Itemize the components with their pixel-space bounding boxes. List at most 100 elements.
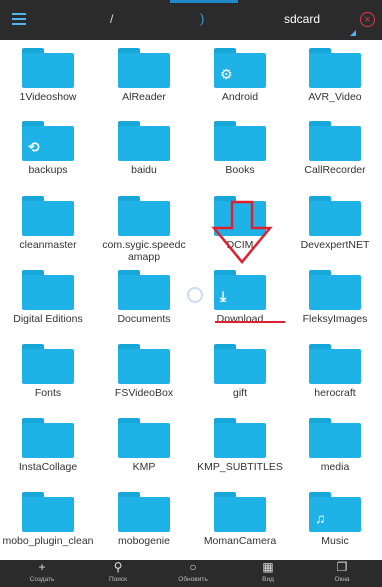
folder-item[interactable]: com.sygic.speedc amapp [96, 188, 192, 263]
folder-item[interactable]: ⚙ Android [192, 40, 288, 112]
download-icon: ⤓ [220, 288, 227, 304]
folder-icon: ♫ [309, 492, 361, 532]
bottom-action-bar: + Создать ⚲ Поиск ○ Обновить ▦ Вид ❐ Окн… [0, 560, 382, 587]
folder-icon [118, 270, 170, 310]
windows-button[interactable]: ❐ Окна [304, 560, 380, 587]
folder-icon [22, 270, 74, 310]
folder-icon [118, 48, 170, 88]
folder-icon [309, 196, 361, 236]
folder-item[interactable]: KMP [96, 410, 192, 482]
breadcrumb-root[interactable]: / [110, 12, 113, 26]
view-button[interactable]: ▦ Вид [230, 560, 306, 587]
close-icon[interactable]: × [360, 12, 375, 27]
plus-icon: + [38, 560, 46, 574]
folder-item[interactable]: baidu [96, 113, 192, 185]
folder-name: Download [216, 313, 264, 325]
folder-icon [22, 418, 74, 458]
folder-name: MomanCamera [203, 535, 277, 547]
refresh-icon: ○ [189, 560, 197, 574]
menu-icon[interactable] [12, 13, 26, 25]
folder-item[interactable]: FleksyImages [287, 262, 382, 334]
folder-name: baidu [131, 164, 157, 176]
folder-item[interactable]: AlReader [96, 40, 192, 112]
folder-item[interactable]: media [287, 410, 382, 482]
folder-name: AVR_Video [308, 91, 362, 103]
folder-name: KMP [132, 461, 156, 473]
folder-name: Documents [117, 313, 171, 325]
folder-icon [309, 344, 361, 384]
backup-icon: ⟲ [28, 139, 40, 155]
top-toolbar: / ) sdcard × [0, 0, 382, 40]
folder-name: Books [225, 164, 255, 176]
folder-name: FleksyImages [302, 313, 368, 325]
folder-icon [22, 196, 74, 236]
folder-item[interactable]: AVR_Video [287, 40, 382, 112]
search-label: Поиск [108, 576, 127, 583]
folder-item[interactable]: FSVideoBox [96, 336, 192, 408]
folder-item[interactable]: gift [192, 336, 288, 408]
refresh-button[interactable]: ○ Обновить [155, 560, 231, 587]
folder-icon [309, 270, 361, 310]
folder-icon [214, 121, 266, 161]
windows-label: Окна [334, 576, 350, 583]
create-button[interactable]: + Создать [4, 560, 80, 587]
folder-item[interactable]: mobo_plugin_clean [0, 484, 96, 556]
folder-item[interactable]: 1Videoshow [0, 40, 96, 112]
folder-icon [309, 48, 361, 88]
folder-icon [118, 121, 170, 161]
folder-item[interactable]: ⤓ Download [192, 262, 288, 334]
folder-icon: ⚙ [214, 48, 266, 88]
folder-icon [214, 418, 266, 458]
folder-name: CallRecorder [304, 164, 366, 176]
folder-name: com.sygic.speedc amapp [102, 239, 186, 263]
folder-item[interactable]: ♫ Music [287, 484, 382, 556]
active-tab-indicator [170, 0, 238, 3]
folder-name: AlReader [122, 91, 166, 103]
folder-name: KMP_SUBTITLES [197, 461, 283, 473]
folder-item[interactable]: ⟲ backups [0, 113, 96, 185]
breadcrumb-separator: ) [200, 11, 205, 26]
corner-indicator-icon [350, 30, 356, 36]
folder-name: FSVideoBox [114, 387, 174, 399]
folder-name: InstaCollage [18, 461, 78, 473]
folder-item[interactable]: Books [192, 113, 288, 185]
folder-item[interactable]: Digital Editions [0, 262, 96, 334]
refresh-label: Обновить [178, 576, 208, 583]
folder-item[interactable]: Fonts [0, 336, 96, 408]
grid-view-icon: ▦ [262, 560, 274, 574]
folder-icon [309, 418, 361, 458]
folder-item[interactable]: KMP_SUBTITLES [192, 410, 288, 482]
folder-item[interactable]: DevexpertNET [287, 188, 382, 260]
folder-icon [118, 492, 170, 532]
folder-icon [22, 492, 74, 532]
folder-name: media [320, 461, 350, 473]
folder-name: mobogenie [118, 535, 170, 547]
view-label: Вид [262, 576, 274, 583]
folder-item[interactable]: herocraft [287, 336, 382, 408]
folder-name: herocraft [314, 387, 356, 399]
folder-icon: ⟲ [22, 121, 74, 161]
folder-item[interactable]: cleanmaster [0, 188, 96, 260]
music-icon: ♫ [315, 510, 326, 526]
folder-icon [118, 344, 170, 384]
search-button[interactable]: ⚲ Поиск [80, 560, 156, 587]
folder-item[interactable]: CallRecorder [287, 113, 382, 185]
folder-icon [22, 344, 74, 384]
folder-icon: ⤓ [214, 270, 266, 310]
folder-item[interactable]: MomanCamera [192, 484, 288, 556]
folder-name: 1Videoshow [19, 91, 77, 103]
folder-name: mobo_plugin_clean [2, 535, 94, 547]
breadcrumb-current[interactable]: sdcard [284, 12, 320, 26]
folder-name: Music [321, 535, 349, 547]
gear-icon: ⚙ [220, 66, 233, 82]
folder-name: cleanmaster [19, 239, 77, 251]
folder-icon [214, 344, 266, 384]
folder-item[interactable]: mobogenie [96, 484, 192, 556]
red-arrow-annotation [211, 200, 273, 264]
loading-spinner-icon [187, 287, 203, 303]
folder-name: Android [221, 91, 259, 103]
folder-icon [118, 418, 170, 458]
folder-icon [118, 196, 170, 236]
folder-item[interactable]: Documents [96, 262, 192, 334]
folder-item[interactable]: InstaCollage [0, 410, 96, 482]
